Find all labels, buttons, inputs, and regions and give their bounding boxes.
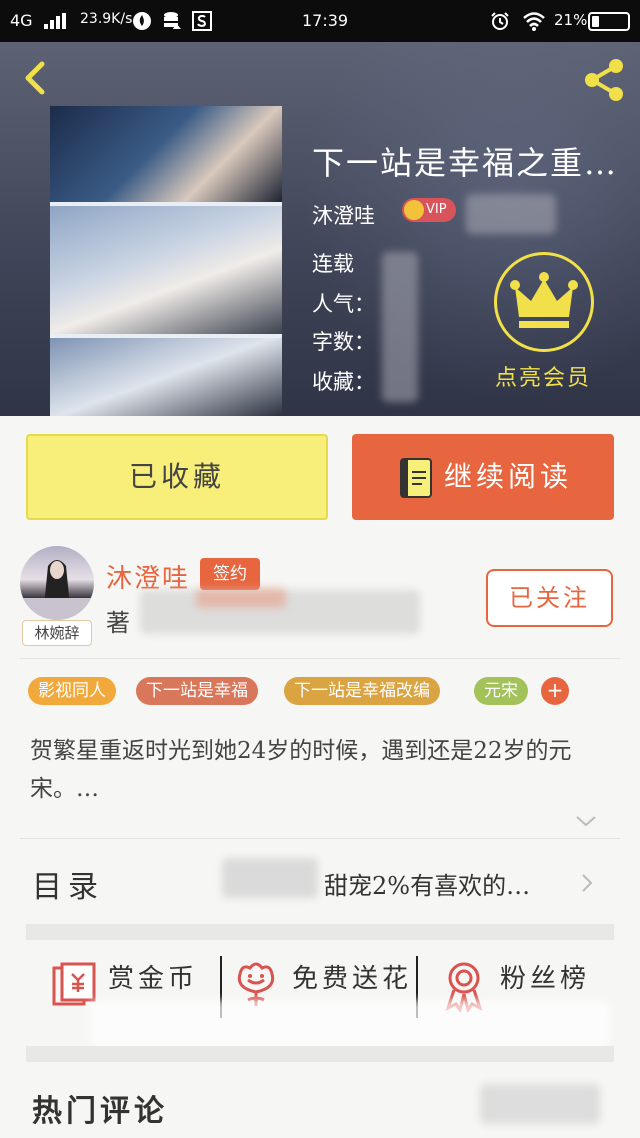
storage-icon [164, 12, 181, 29]
crown-icon [510, 272, 578, 328]
collected-button[interactable]: 已收藏 [26, 434, 328, 520]
chevron-right-icon [582, 874, 593, 892]
battery-percent: 21% [554, 11, 588, 29]
latest-chapter: 甜宠2%有喜欢的… [324, 872, 531, 900]
clock: 17:39 [302, 11, 349, 30]
redacted-stats [382, 252, 418, 402]
divider [20, 838, 620, 839]
flame-app-icon [133, 12, 151, 30]
signed-badge: 签约 [200, 558, 260, 590]
book-cover[interactable] [50, 106, 282, 416]
fan-ranking-label: 粉丝榜 [500, 964, 591, 994]
vip-crown-icon [404, 200, 424, 220]
redacted-area [466, 194, 556, 234]
section-band [26, 924, 614, 940]
cover-panel-bottom [50, 338, 282, 416]
signal-icon [44, 13, 66, 29]
alarm-icon [491, 12, 509, 30]
cover-panel-middle [50, 206, 282, 334]
hot-comments-title: 热门评论 [32, 1094, 168, 1129]
wifi-icon [523, 12, 545, 31]
catalog-row[interactable]: 目录 甜宠2%有喜欢的… [0, 842, 640, 922]
member-button[interactable] [494, 252, 594, 352]
member-label[interactable]: 点亮会员 [495, 360, 591, 392]
book-description: 贺繁星重返时光到她24岁的时候，遇到还是22岁的元宋。… [30, 738, 572, 802]
cover-panel-top [50, 106, 282, 202]
favorites-label: 收藏： [312, 370, 375, 394]
tag-item[interactable]: 元宋 [474, 677, 528, 705]
status-bar: 4G 23.9K/s 17:39 21% [0, 0, 640, 42]
s-app-icon [192, 11, 212, 31]
reward-coins-label: 赏金币 [108, 964, 199, 994]
book-status: 连载 [312, 252, 354, 276]
book-title: 下一站是幸福之重… [312, 144, 619, 182]
add-tag-button[interactable]: + [541, 677, 569, 705]
chevron-down-icon[interactable] [574, 812, 598, 830]
avatar-figure [20, 560, 94, 620]
back-icon[interactable] [16, 58, 56, 98]
battery-level [592, 16, 599, 27]
catalog-label: 目录 [32, 870, 104, 905]
book-author[interactable]: 沐澄哇 [312, 200, 375, 230]
author-avatar[interactable] [20, 546, 94, 620]
tag-item[interactable]: 下一站是幸福改编 [284, 677, 440, 705]
redacted-badge [196, 588, 286, 608]
tag-item[interactable]: 下一站是幸福 [136, 677, 258, 705]
send-flower-label: 免费送花 [292, 964, 413, 994]
redacted-comment-count [480, 1084, 600, 1124]
author-suffix: 著 [106, 609, 130, 637]
vip-badge: VIP [402, 198, 456, 222]
word-count-label: 字数： [312, 330, 375, 354]
divider [20, 658, 620, 659]
popularity-label: 人气： [312, 292, 375, 316]
book-header: 下一站是幸福之重… 沐澄哇 VIP 连载 人气： 字数： 收藏： 点亮会员 [0, 42, 640, 416]
network-speed: 23.9K/s [80, 11, 133, 27]
network-type: 4G [10, 11, 33, 30]
share-icon[interactable] [580, 56, 628, 104]
redacted-reward-stats [90, 1000, 610, 1050]
section-band [26, 1046, 614, 1062]
follow-button[interactable]: 已关注 [486, 569, 613, 627]
battery-icon [588, 12, 630, 31]
vip-label: VIP [426, 202, 447, 217]
tag-item[interactable]: 影视同人 [28, 677, 116, 705]
continue-reading-label: 继续阅读 [444, 460, 573, 493]
book-icon [400, 458, 432, 498]
redacted-chapter [222, 858, 318, 898]
avatar-signature-tag: 林婉辞 [22, 620, 92, 646]
continue-reading-button[interactable]: 继续阅读 [352, 434, 614, 520]
